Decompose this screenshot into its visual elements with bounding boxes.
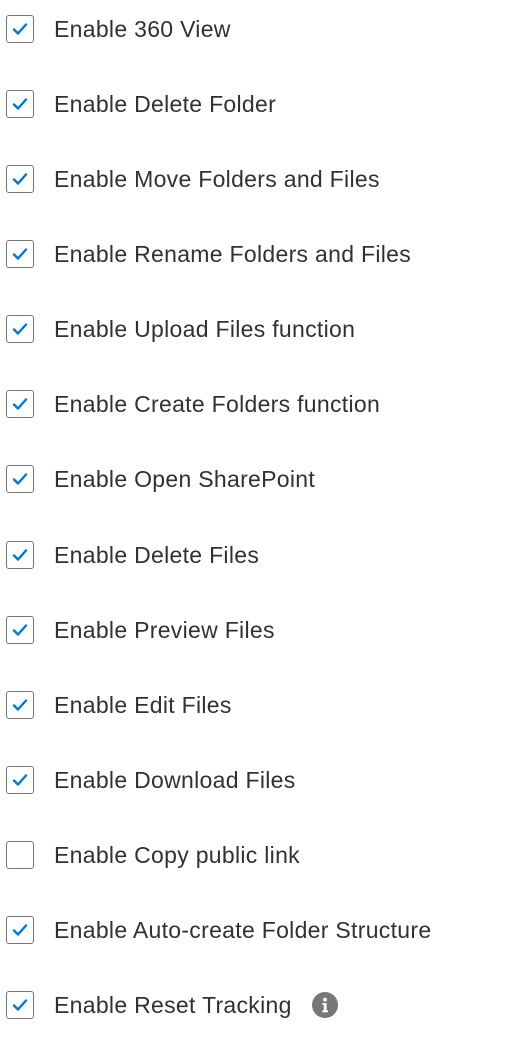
checkmark-icon <box>12 549 28 561</box>
setting-enable-delete-files[interactable]: Enable Delete Files <box>6 539 259 571</box>
checkbox-checked[interactable] <box>6 916 34 944</box>
setting-enable-download-files[interactable]: Enable Download Files <box>6 764 296 796</box>
checkbox-checked[interactable] <box>6 766 34 794</box>
checkmark-icon <box>12 173 28 185</box>
setting-enable-360-view[interactable]: Enable 360 View <box>6 13 231 45</box>
checkmark-icon <box>12 98 28 110</box>
setting-label: Enable Rename Folders and Files <box>54 241 412 267</box>
checkbox-checked[interactable] <box>6 390 34 418</box>
setting-label: Enable Move Folders and Files <box>54 166 380 192</box>
setting-enable-upload-files[interactable]: Enable Upload Files function <box>6 313 355 345</box>
setting-enable-preview-files[interactable]: Enable Preview Files <box>6 614 275 646</box>
checkmark-icon <box>12 924 28 936</box>
setting-enable-create-folders[interactable]: Enable Create Folders function <box>6 388 380 420</box>
setting-enable-delete-folder[interactable]: Enable Delete Folder <box>6 88 276 120</box>
checkbox-checked[interactable] <box>6 541 34 569</box>
setting-enable-rename-folders-files[interactable]: Enable Rename Folders and Files <box>6 238 411 270</box>
setting-enable-move-folders-files[interactable]: Enable Move Folders and Files <box>6 163 380 195</box>
setting-label: Enable Create Folders function <box>54 391 381 417</box>
checkbox-checked[interactable] <box>6 165 34 193</box>
setting-enable-copy-public-link[interactable]: Enable Copy public link <box>6 839 300 871</box>
checkmark-icon <box>12 699 28 711</box>
checkmark-icon <box>12 999 28 1011</box>
checkmark-icon <box>12 23 28 35</box>
setting-label: Enable Delete Files <box>54 542 260 568</box>
checkbox-checked[interactable] <box>6 465 34 493</box>
checkmark-icon <box>12 248 28 260</box>
setting-enable-open-sharepoint[interactable]: Enable Open SharePoint <box>6 463 315 495</box>
setting-label: Enable Download Files <box>54 767 296 793</box>
setting-label: Enable Reset Tracking <box>54 992 292 1018</box>
setting-label: Enable Auto-create Folder Structure <box>54 917 432 943</box>
checkmark-icon <box>12 473 28 485</box>
checkbox-checked[interactable] <box>6 991 34 1019</box>
setting-label: Enable Edit Files <box>54 692 232 718</box>
checkbox-unchecked[interactable] <box>6 841 34 869</box>
checkmark-icon <box>12 398 28 410</box>
checkbox-checked[interactable] <box>6 15 34 43</box>
checkmark-icon <box>12 624 28 636</box>
setting-enable-edit-files[interactable]: Enable Edit Files <box>6 689 232 721</box>
checkbox-checked[interactable] <box>6 315 34 343</box>
setting-enable-auto-create-folder-structure[interactable]: Enable Auto-create Folder Structure <box>6 914 431 946</box>
checkbox-checked[interactable] <box>6 691 34 719</box>
setting-label: Enable Preview Files <box>54 617 275 643</box>
setting-label: Enable Upload Files function <box>54 316 356 342</box>
checkmark-icon <box>12 774 28 786</box>
checkbox-checked[interactable] <box>6 240 34 268</box>
checkbox-checked[interactable] <box>6 616 34 644</box>
setting-label: Enable Copy public link <box>54 842 300 868</box>
setting-enable-reset-tracking[interactable]: Enable Reset Tracking <box>6 989 338 1021</box>
setting-label: Enable 360 View <box>54 16 231 42</box>
checkbox-checked[interactable] <box>6 90 34 118</box>
setting-label: Enable Delete Folder <box>54 91 277 117</box>
info-icon[interactable] <box>311 992 338 1018</box>
setting-label: Enable Open SharePoint <box>54 466 316 492</box>
checkmark-icon <box>12 323 28 335</box>
